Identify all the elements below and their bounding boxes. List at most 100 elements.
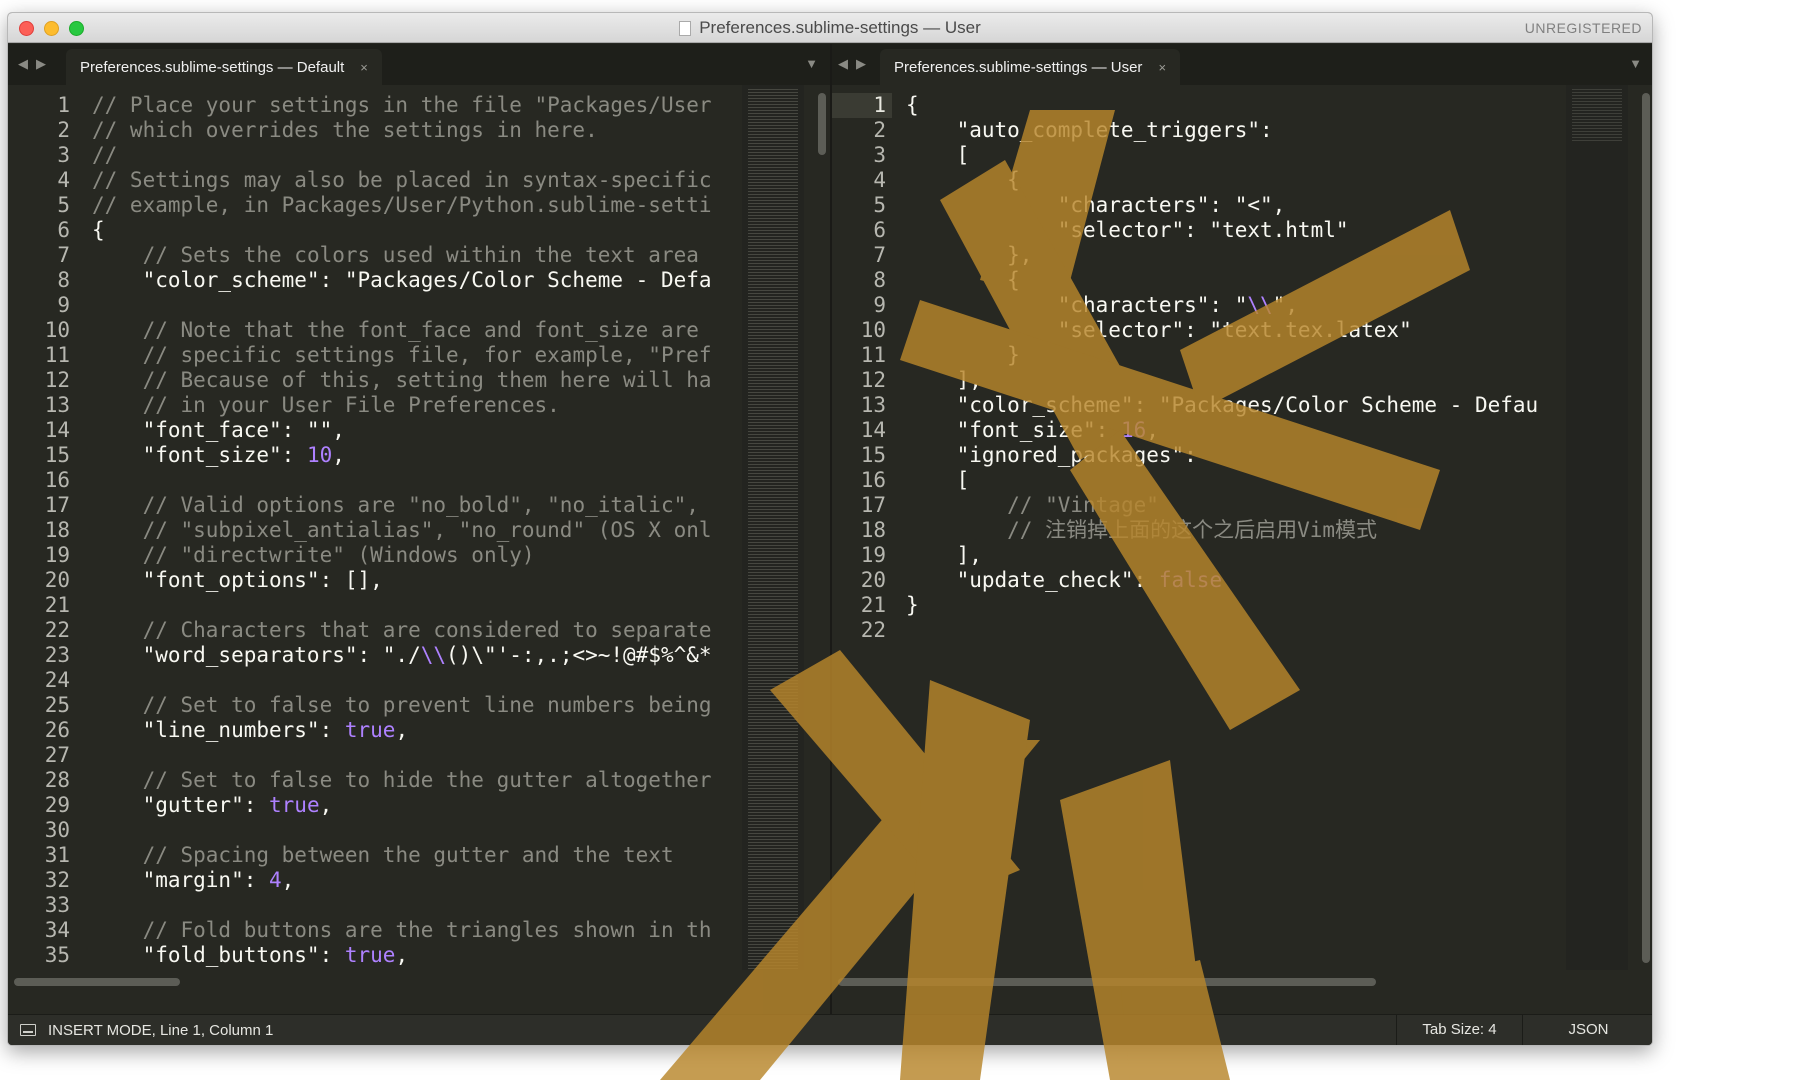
line-number: 8 (873, 268, 886, 292)
code-line[interactable]: // "directwrite" (Windows only) (92, 543, 742, 568)
code-line[interactable] (92, 668, 742, 693)
code-line[interactable]: "auto_complete_triggers": (906, 118, 1630, 143)
left-tab-dropdown-icon[interactable]: ▼ (805, 56, 818, 71)
tab-close-icon[interactable]: × (1158, 60, 1166, 75)
code-line[interactable]: // 注销掉上面的这个之后启用Vim模式 (906, 518, 1630, 543)
left-minimap[interactable] (742, 85, 804, 993)
code-line[interactable]: { (906, 268, 1630, 293)
code-line[interactable]: // (92, 143, 742, 168)
code-line[interactable]: "update_check": false (906, 568, 1630, 593)
code-line[interactable]: // in your User File Preferences. (92, 393, 742, 418)
left-horizontal-scrollbar[interactable] (14, 978, 180, 986)
tab-default-settings[interactable]: Preferences.sublime-settings — Default × (66, 49, 382, 85)
right-nav-back-icon[interactable]: ◀ (838, 56, 848, 72)
line-number: 15 (44, 443, 70, 467)
line-number: 5 (873, 193, 886, 217)
left-vertical-scrollbar[interactable] (818, 93, 826, 155)
left-nav-forward-icon[interactable]: ▶ (36, 56, 46, 72)
code-line[interactable]: "selector": "text.tex.latex" (906, 318, 1630, 343)
title-bar[interactable]: Preferences.sublime-settings — User UNRE… (8, 13, 1652, 43)
code-line[interactable]: } (906, 343, 1630, 368)
code-line[interactable]: [ (906, 143, 1630, 168)
code-line[interactable]: // Spacing between the gutter and the te… (92, 843, 742, 868)
right-horizontal-scrollbar[interactable] (838, 978, 1376, 986)
code-line[interactable]: "font_face": "", (92, 418, 742, 443)
code-line[interactable]: "selector": "text.html" (906, 218, 1630, 243)
code-line[interactable] (92, 468, 742, 493)
code-line[interactable]: // Set to false to hide the gutter altog… (92, 768, 742, 793)
tab-user-settings[interactable]: Preferences.sublime-settings — User × (880, 49, 1181, 85)
right-tab-dropdown-icon[interactable]: ▼ (1629, 56, 1642, 71)
app-window: Preferences.sublime-settings — User UNRE… (7, 12, 1653, 1046)
code-line[interactable]: "color_scheme": "Packages/Color Scheme -… (92, 268, 742, 293)
code-line[interactable] (906, 618, 1630, 643)
code-line[interactable]: // Valid options are "no_bold", "no_ital… (92, 493, 742, 518)
code-line[interactable]: "word_separators": "./\\()\"'-:,.;<>~!@#… (92, 643, 742, 668)
code-line[interactable]: "font_options": [], (92, 568, 742, 593)
right-line-gutter: 1 2 3 4 5 6 7 8 9 10 11 12 13 14 15 16 17 18 19 20 21 22 (832, 93, 892, 643)
code-line[interactable]: // Note that the font_face and font_size… (92, 318, 742, 343)
code-line[interactable]: { (92, 218, 742, 243)
code-line[interactable]: "font_size": 10, (92, 443, 742, 468)
code-line[interactable] (92, 743, 742, 768)
code-line[interactable]: { (906, 93, 1630, 118)
code-line[interactable]: "ignored_packages": (906, 443, 1630, 468)
line-number: 13 (44, 393, 70, 417)
code-line[interactable]: } (906, 593, 1630, 618)
right-code-area[interactable]: { "auto_complete_triggers": [ { "charact… (906, 93, 1630, 643)
right-editor[interactable]: 1 2 3 4 5 6 7 8 9 10 11 12 13 14 15 16 17 18 19 20 21 22 { "a… (832, 85, 1652, 993)
code-line[interactable] (92, 293, 742, 318)
left-line-gutter: 1 2 3 4 5 6 7 8 9 10 11 12 13 14 15 16 17 18 19 20 21 22 23 24 2… (8, 93, 76, 993)
tab-size-selector[interactable]: Tab Size: 4 (1396, 1015, 1522, 1045)
code-line[interactable]: // Because of this, setting them here wi… (92, 368, 742, 393)
code-line[interactable]: { (906, 168, 1630, 193)
status-mode: INSERT MODE, Line 1, Column 1 (48, 1022, 274, 1039)
code-line[interactable]: // which overrides the settings in here. (92, 118, 742, 143)
panel-toggle-icon[interactable] (20, 1024, 36, 1036)
line-number: 23 (44, 643, 70, 667)
right-minimap[interactable] (1566, 85, 1628, 993)
code-line[interactable]: }, (906, 243, 1630, 268)
code-line[interactable] (92, 593, 742, 618)
tab-close-icon[interactable]: × (360, 60, 368, 75)
code-line[interactable]: // "subpixel_antialias", "no_round" (OS … (92, 518, 742, 543)
code-line[interactable]: "gutter": true, (92, 793, 742, 818)
left-editor-pane: ◀ ▶ Preferences.sublime-settings — Defau… (8, 44, 830, 1016)
code-line[interactable]: "margin": 4, (92, 868, 742, 893)
right-nav-forward-icon[interactable]: ▶ (856, 56, 866, 72)
line-number: 34 (44, 918, 70, 942)
code-line[interactable]: // Fold buttons are the triangles shown … (92, 918, 742, 943)
code-line[interactable]: "characters": "\\", (906, 293, 1630, 318)
line-number: 13 (860, 393, 886, 417)
code-line[interactable]: // Sets the colors used within the text … (92, 243, 742, 268)
code-line[interactable]: "characters": "<", (906, 193, 1630, 218)
line-number: 12 (860, 368, 886, 392)
code-line[interactable]: ], (906, 368, 1630, 393)
code-line[interactable]: // Set to false to prevent line numbers … (92, 693, 742, 718)
line-number: 16 (860, 468, 886, 492)
code-line[interactable]: "font_size": 16, (906, 418, 1630, 443)
code-line[interactable]: // Place your settings in the file "Pack… (92, 93, 742, 118)
right-vertical-scrollbar[interactable] (1642, 93, 1650, 963)
code-line[interactable]: "line_numbers": true, (92, 718, 742, 743)
syntax-selector[interactable]: JSON (1522, 1015, 1652, 1045)
code-line[interactable]: [ (906, 468, 1630, 493)
code-line[interactable]: ], (906, 543, 1630, 568)
left-editor[interactable]: 1 2 3 4 5 6 7 8 9 10 11 12 13 14 15 16 17 18 19 20 21 22 23 24 2… (8, 85, 830, 993)
document-icon (679, 20, 692, 36)
code-line[interactable]: // Settings may also be placed in syntax… (92, 168, 742, 193)
code-line[interactable]: // specific settings file, for example, … (92, 343, 742, 368)
code-line[interactable] (92, 893, 742, 918)
line-number: 19 (44, 543, 70, 567)
line-number: 3 (873, 143, 886, 167)
line-number: 14 (860, 418, 886, 442)
code-line[interactable]: // "Vintage" (906, 493, 1630, 518)
code-line[interactable]: "fold_buttons": true, (92, 943, 742, 968)
code-line[interactable]: // example, in Packages/User/Python.subl… (92, 193, 742, 218)
code-line[interactable] (92, 818, 742, 843)
code-line[interactable]: "color_scheme": "Packages/Color Scheme -… (906, 393, 1630, 418)
left-code-area[interactable]: // Place your settings in the file "Pack… (92, 93, 742, 993)
code-line[interactable]: // Characters that are considered to sep… (92, 618, 742, 643)
left-horizontal-scroll-track (8, 970, 830, 993)
left-nav-back-icon[interactable]: ◀ (18, 56, 28, 72)
